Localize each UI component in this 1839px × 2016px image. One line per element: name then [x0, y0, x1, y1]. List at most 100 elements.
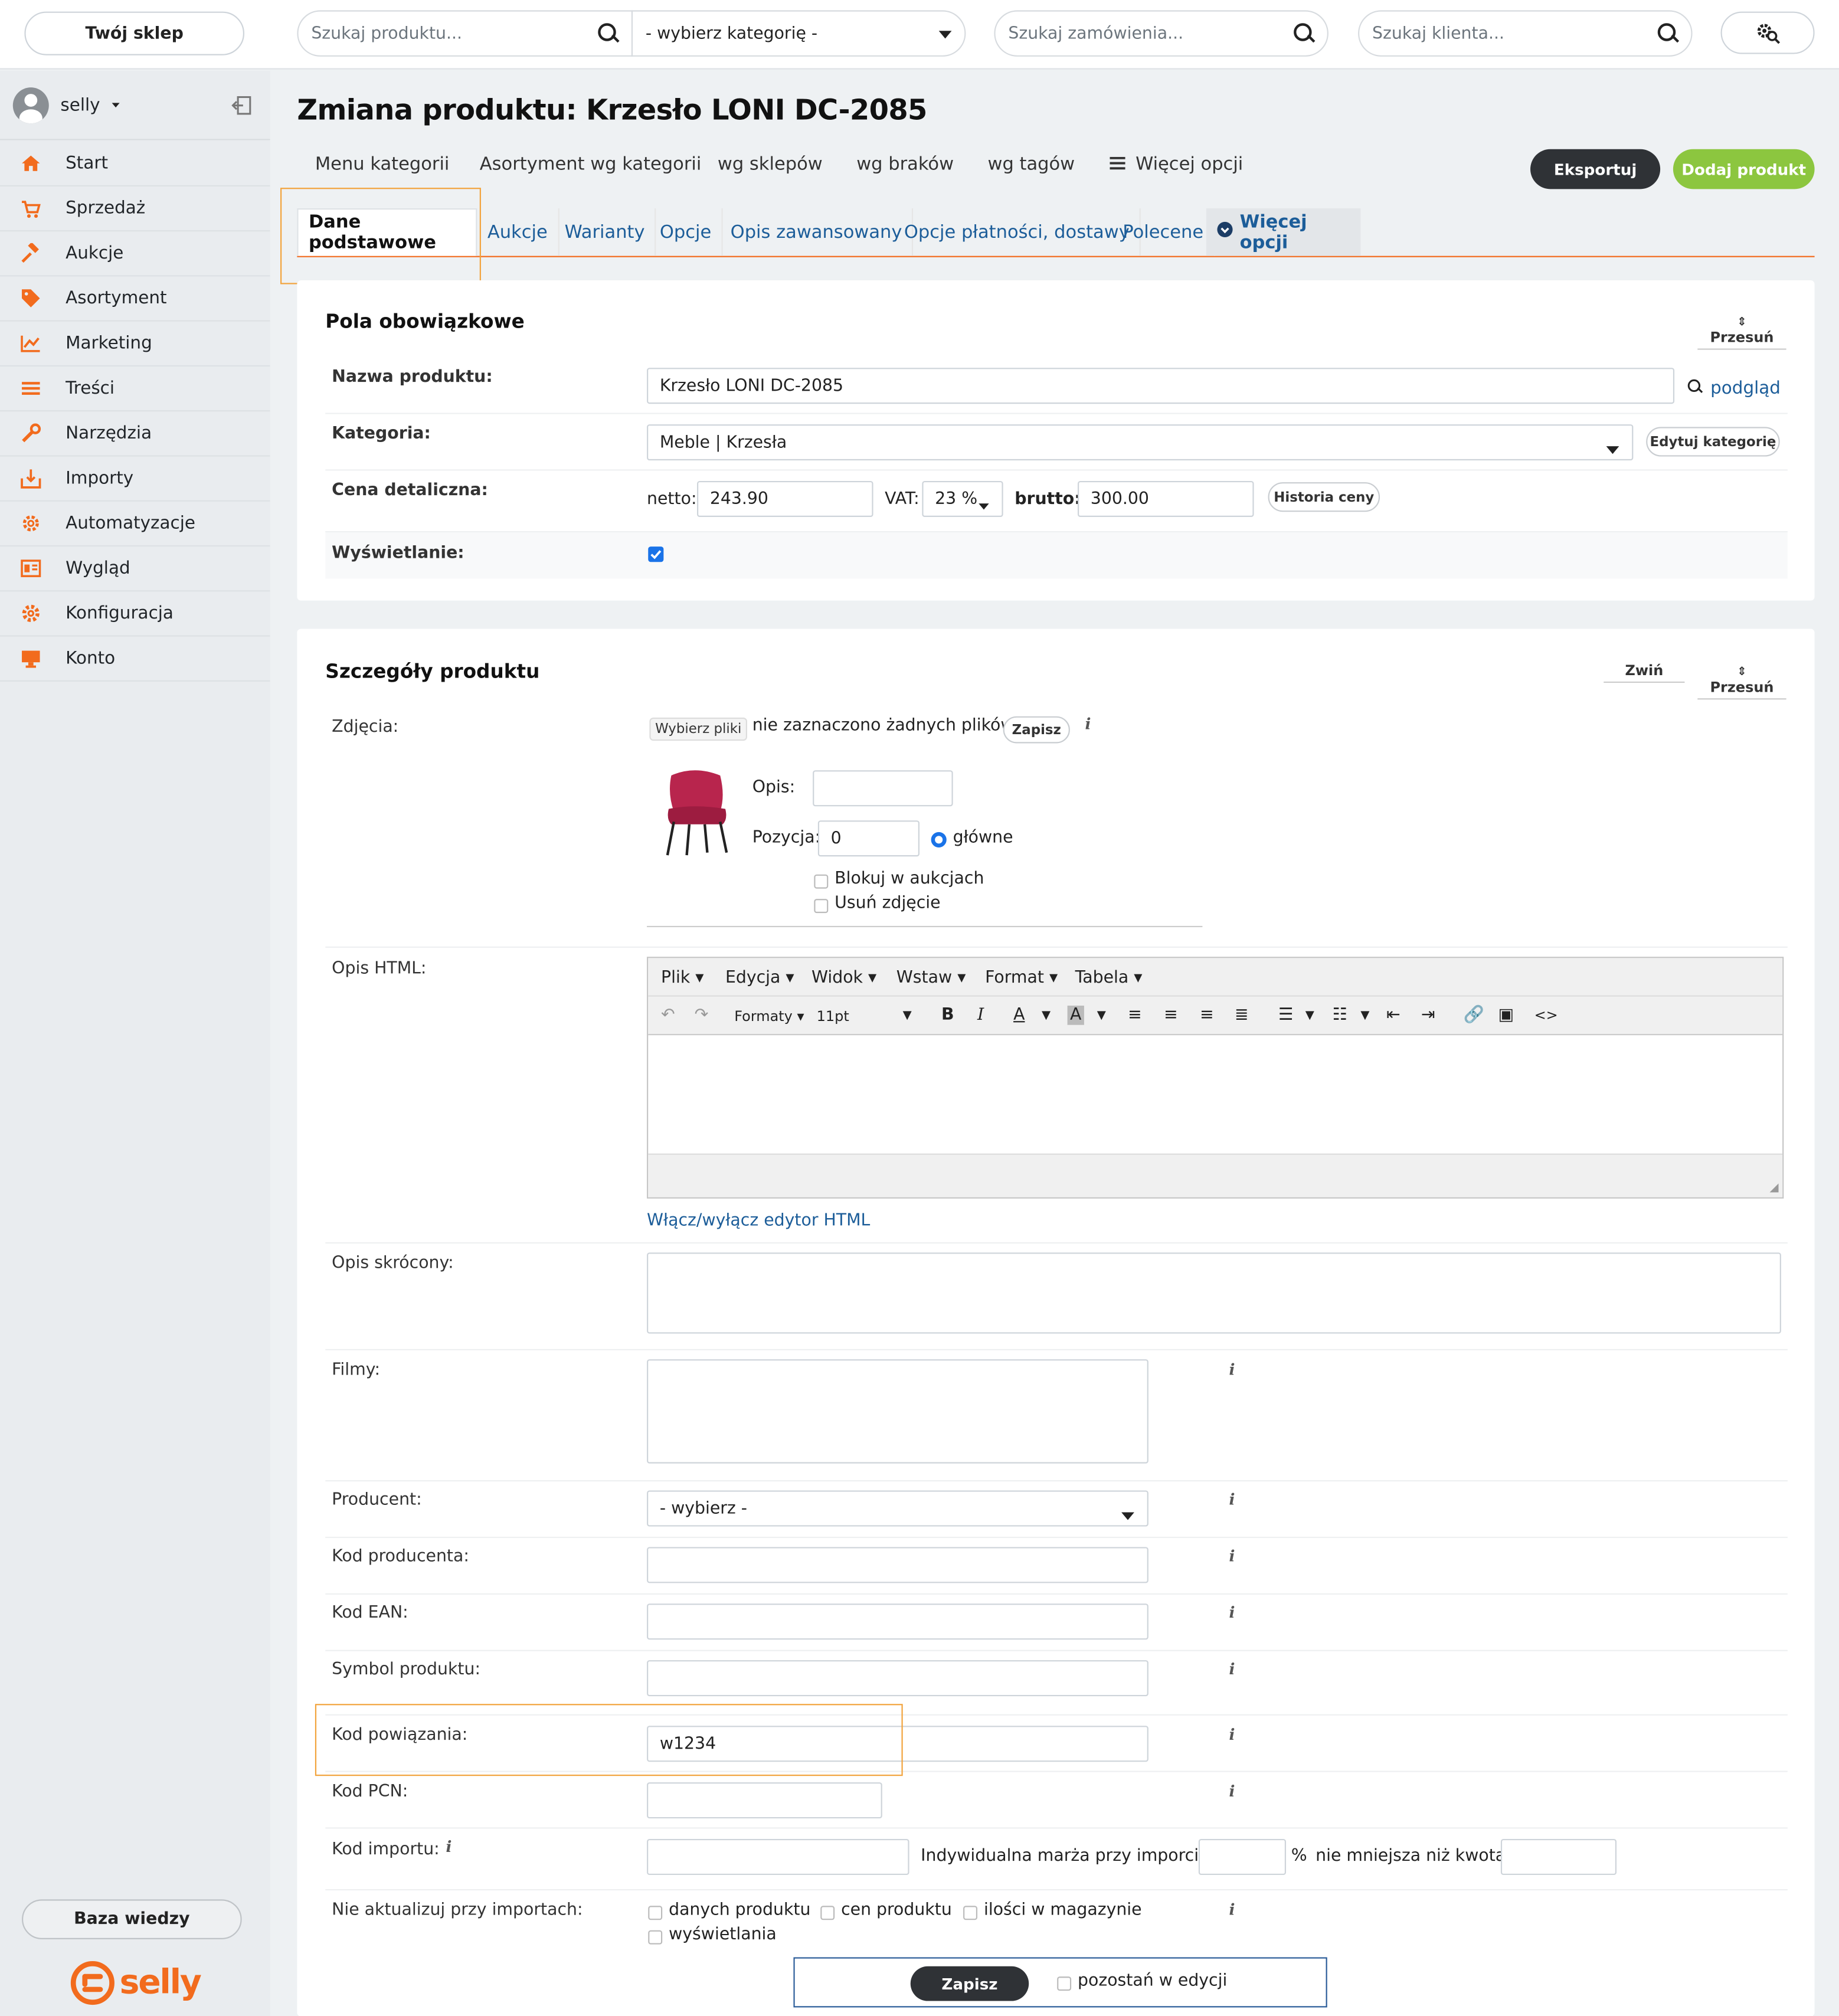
no-update-prices-checkbox[interactable]: [820, 1906, 835, 1920]
product-name-input[interactable]: Krzesło LONI DC-2085: [647, 368, 1675, 404]
photo-save-button[interactable]: Zapisz: [1003, 716, 1070, 744]
display-checkbox[interactable]: [648, 546, 664, 562]
italic-icon[interactable]: I: [977, 1006, 984, 1025]
chevron-down-icon[interactable]: ▼: [1097, 1010, 1106, 1023]
tab-polecene[interactable]: Polecene: [1112, 208, 1215, 256]
order-search-input[interactable]: Szukaj zamówienia...: [994, 10, 1328, 57]
align-center-icon[interactable]: ≡: [1164, 1006, 1178, 1025]
tab-wiecej-opcji[interactable]: Więcej opcji: [1206, 208, 1361, 256]
info-icon[interactable]: i: [1224, 1782, 1239, 1801]
client-search-input[interactable]: Szukaj klienta...: [1358, 10, 1693, 57]
align-right-icon[interactable]: ≡: [1200, 1006, 1214, 1025]
text-color-icon[interactable]: A: [1013, 1006, 1025, 1025]
ean-input[interactable]: [647, 1603, 1148, 1640]
align-justify-icon[interactable]: ≣: [1235, 1006, 1249, 1025]
sidebar-item-konto[interactable]: Konto: [0, 637, 270, 682]
sidebar-item-tresci[interactable]: Treści: [0, 366, 270, 412]
photo-desc-input[interactable]: [813, 770, 953, 807]
pcn-input[interactable]: [647, 1782, 882, 1819]
knowledge-base-button[interactable]: Baza wiedzy: [22, 1899, 242, 1939]
product-search-input[interactable]: Szukaj produktu...: [297, 10, 633, 57]
sidebar-item-asortyment[interactable]: Asortyment: [0, 276, 270, 322]
sidebar-item-importy[interactable]: Importy: [0, 457, 270, 502]
sidebar-item-konfiguracja[interactable]: Konfiguracja: [0, 591, 270, 637]
info-icon[interactable]: i: [1224, 1726, 1239, 1744]
editor-menu-format[interactable]: Format ▾: [985, 968, 1058, 988]
short-desc-textarea[interactable]: [647, 1252, 1781, 1334]
bold-icon[interactable]: B: [941, 1006, 954, 1025]
tab-aukcje[interactable]: Aukcje: [477, 208, 559, 256]
vat-select[interactable]: 23 %: [922, 480, 1003, 517]
price-history-button[interactable]: Historia ceny: [1268, 482, 1380, 512]
brutto-input[interactable]: 300.00: [1078, 480, 1254, 517]
block-auctions-checkbox[interactable]: [814, 874, 829, 889]
numbered-list-icon[interactable]: ☷: [1332, 1006, 1347, 1025]
min-amount-input[interactable]: [1500, 1838, 1617, 1876]
no-update-stock-checkbox[interactable]: [963, 1906, 978, 1920]
move-button[interactable]: ⇕ Przesuń: [1697, 310, 1786, 350]
no-update-data-checkbox[interactable]: [648, 1906, 663, 1920]
logout-icon[interactable]: [231, 95, 252, 121]
save-button[interactable]: Zapisz: [910, 1966, 1029, 2001]
delete-photo-checkbox[interactable]: [814, 899, 829, 914]
user-menu[interactable]: selly: [0, 71, 270, 140]
bg-color-icon[interactable]: A: [1067, 1005, 1084, 1025]
subnav-wg-tagow[interactable]: wg tagów: [987, 154, 1075, 175]
formats-dropdown[interactable]: Formaty ▾: [734, 1008, 804, 1025]
font-size-dropdown[interactable]: 11pt: [817, 1008, 849, 1025]
info-icon[interactable]: i: [1224, 1360, 1239, 1379]
export-button[interactable]: Eksportuj: [1530, 149, 1661, 189]
toggle-html-editor-link[interactable]: Włącz/wyłącz edytor HTML: [647, 1212, 870, 1231]
info-icon[interactable]: i: [1224, 1603, 1239, 1622]
tab-opcje[interactable]: Opcje: [649, 208, 723, 256]
films-textarea[interactable]: [647, 1359, 1148, 1464]
info-icon[interactable]: i: [1224, 1490, 1239, 1508]
chevron-down-icon[interactable]: ▼: [1042, 1010, 1051, 1023]
subnav-menu-kategorii[interactable]: Menu kategorii: [315, 154, 450, 175]
netto-input[interactable]: 243.90: [697, 480, 873, 517]
undo-icon[interactable]: ↶: [661, 1006, 675, 1025]
tab-opis-zawansowany[interactable]: Opis zawansowany: [720, 208, 914, 256]
resize-handle-icon[interactable]: ◢: [1770, 1182, 1779, 1195]
sidebar-item-narzedzia[interactable]: Narzędzia: [0, 411, 270, 457]
bullet-list-icon[interactable]: ☰: [1278, 1006, 1293, 1025]
choose-files-button[interactable]: Wybierz pliki: [649, 717, 748, 741]
editor-menu-tabela[interactable]: Tabela ▾: [1075, 968, 1143, 988]
no-update-display-checkbox[interactable]: [648, 1930, 663, 1945]
editor-menu-wstaw[interactable]: Wstaw ▾: [896, 968, 966, 988]
subnav-wiecej-opcji[interactable]: Więcej opcji: [1110, 154, 1243, 175]
settings-search-button[interactable]: [1720, 11, 1815, 54]
info-icon[interactable]: i: [1080, 715, 1095, 734]
info-icon[interactable]: i: [1224, 1547, 1239, 1565]
editor-menu-plik[interactable]: Plik ▾: [661, 968, 703, 988]
search-icon[interactable]: [598, 23, 619, 44]
editor-menu-edycja[interactable]: Edycja ▾: [725, 968, 794, 988]
subnav-wg-sklepow[interactable]: wg sklepów: [718, 154, 823, 175]
link-icon[interactable]: 🔗: [1464, 1006, 1484, 1025]
search-icon[interactable]: [1294, 23, 1314, 44]
selly-logo[interactable]: selly: [70, 1960, 202, 2006]
editor-menu-widok[interactable]: Widok ▾: [811, 968, 876, 988]
chevron-down-icon[interactable]: ▼: [903, 1010, 912, 1023]
shop-button[interactable]: Twój sklep: [24, 11, 245, 55]
symbol-input[interactable]: [647, 1660, 1148, 1697]
sidebar-item-aukcje[interactable]: Aukcje: [0, 231, 270, 277]
category-select[interactable]: - wybierz kategorię -: [631, 10, 966, 57]
subnav-asortyment-wg-kategorii[interactable]: Asortyment wg kategorii: [480, 154, 702, 175]
sidebar-item-sprzedaz[interactable]: Sprzedaż: [0, 186, 270, 232]
sidebar-item-marketing[interactable]: Marketing: [0, 322, 270, 367]
chevron-down-icon[interactable]: ▼: [1305, 1010, 1314, 1023]
info-icon[interactable]: i: [441, 1838, 456, 1856]
edit-category-button[interactable]: Edytuj kategorię: [1646, 427, 1780, 457]
sidebar-item-wyglad[interactable]: Wygląd: [0, 546, 270, 592]
info-icon[interactable]: i: [1224, 1660, 1239, 1678]
photo-position-input[interactable]: 0: [817, 820, 920, 857]
move-button[interactable]: ⇕ Przesuń: [1697, 660, 1786, 700]
producer-select[interactable]: - wybierz -: [647, 1490, 1148, 1527]
subnav-wg-brakow[interactable]: wg braków: [856, 154, 954, 175]
import-code-input[interactable]: [647, 1838, 909, 1876]
stay-in-edit-checkbox[interactable]: [1057, 1976, 1072, 1991]
import-margin-input[interactable]: [1198, 1838, 1287, 1876]
main-photo-radio[interactable]: [931, 832, 947, 847]
chevron-down-icon[interactable]: ▼: [1360, 1010, 1369, 1023]
